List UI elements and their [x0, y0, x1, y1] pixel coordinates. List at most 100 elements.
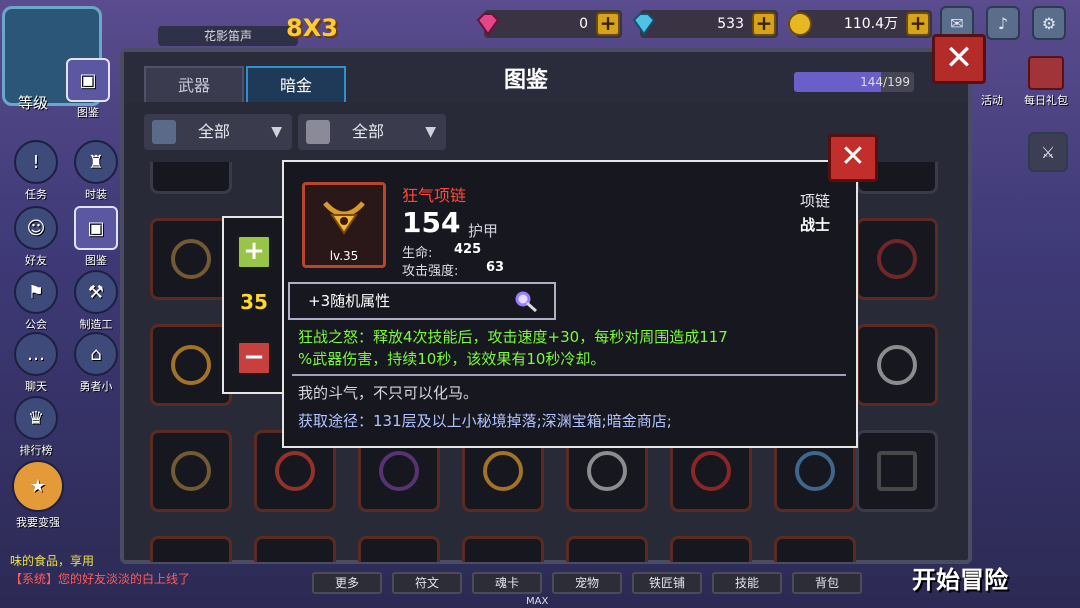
- item-slot[interactable]: [856, 218, 938, 300]
- item-slot[interactable]: [462, 536, 544, 562]
- sidebar-item-quest[interactable]: ! 任务: [8, 140, 64, 202]
- item-slot[interactable]: [566, 536, 648, 562]
- chevron-down-icon: ▼: [425, 124, 436, 140]
- effect-description: 狂战之怒：释放4次技能后，攻击速度+30，每秒对周围造成117 %武器伤害，持续…: [298, 326, 846, 370]
- top-hud: 等级 花影笛声 8X3 0 + 533 + 110.4万 + ✉ ♪ ⚙: [0, 0, 1080, 112]
- craft-icon: ⚒: [74, 270, 118, 314]
- sound-icon[interactable]: ♪: [986, 6, 1020, 40]
- filter-type-dropdown[interactable]: 全部 ▼: [144, 114, 292, 150]
- sidebar-label: 任务: [25, 188, 47, 201]
- item-slot[interactable]: [150, 324, 232, 406]
- filter-class-dropdown[interactable]: 全部 ▼: [298, 114, 446, 150]
- item-tooltip: lv.35 狂气项链 154 护甲 生命: 425 攻击强度: 63 项链 战士…: [282, 160, 858, 448]
- friend-icon: ☺: [14, 206, 58, 250]
- sidebar-label: 聊天: [25, 380, 47, 393]
- sidebar-item-powerup[interactable]: ★ 我要变强: [6, 460, 70, 530]
- item-icon: [171, 345, 211, 385]
- close-tooltip-button[interactable]: ✕: [828, 134, 878, 182]
- random-attribute-button[interactable]: +3随机属性: [288, 282, 556, 320]
- sidebar-item-ranking[interactable]: ♛ 排行榜: [8, 396, 64, 458]
- item-slot[interactable]: [774, 536, 856, 562]
- quantity-value: 35: [240, 290, 268, 314]
- trophy-icon: ♛: [14, 396, 58, 440]
- bottom-skill-button[interactable]: 技能: [712, 572, 782, 594]
- armor-label: 护甲: [468, 222, 499, 240]
- item-slot[interactable]: [856, 430, 938, 512]
- sidebar-label: 勇者小: [79, 380, 113, 393]
- sidebar-label: 制造工: [79, 318, 113, 331]
- add-gold-button[interactable]: +: [906, 12, 930, 36]
- sidebar-item-friend[interactable]: ☺ 好友: [8, 206, 64, 268]
- item-slot[interactable]: [150, 536, 232, 562]
- sidebar-item-costume[interactable]: ♜ 时装: [68, 140, 124, 202]
- item-icon: [275, 451, 315, 491]
- item-slot[interactable]: [150, 162, 232, 194]
- panel-title: 图鉴: [504, 68, 549, 93]
- right-label: 每日礼包: [1024, 94, 1068, 107]
- sword-icon[interactable]: ⚔: [1028, 132, 1068, 172]
- gift-icon: [1028, 56, 1064, 90]
- item-icon: [483, 451, 523, 491]
- random-attr-label: +3随机属性: [308, 292, 391, 310]
- tab-dark-gold[interactable]: 暗金: [246, 66, 346, 102]
- bottom-pet-button[interactable]: 宠物: [552, 572, 622, 594]
- item-slot[interactable]: [254, 536, 336, 562]
- item-icon: [587, 451, 627, 491]
- panel-header: 武器 暗金 图鉴 144/199: [124, 52, 968, 102]
- start-adventure-button[interactable]: 开始冒险: [912, 560, 1008, 595]
- grid-icon: [152, 120, 176, 144]
- item-slot[interactable]: [150, 218, 232, 300]
- sidebar-item-guild[interactable]: ⚑ 公会: [8, 270, 64, 332]
- settings-gear-icon[interactable]: ⚙: [1032, 6, 1066, 40]
- item-icon: [691, 451, 731, 491]
- close-codex-button[interactable]: ✕: [932, 34, 986, 84]
- progress-text: 144/199: [860, 75, 910, 89]
- bottom-bag-button[interactable]: 背包: [792, 572, 862, 594]
- bottom-soulcard-button[interactable]: 魂卡: [472, 572, 542, 594]
- stat-attack: 攻击强度: 63: [402, 260, 504, 279]
- bottom-blacksmith-button[interactable]: 铁匠铺: [632, 572, 702, 594]
- stat-value: 425: [454, 242, 482, 257]
- gold-value: 110.4万: [843, 16, 898, 32]
- filter-type-label: 全部: [198, 122, 231, 141]
- chevron-down-icon: ▼: [271, 124, 282, 140]
- item-slot[interactable]: [358, 536, 440, 562]
- effect-line: 狂战之怒：释放4次技能后，攻击速度+30，每秒对周围造成117: [298, 328, 728, 346]
- decrease-button[interactable]: −: [236, 340, 272, 376]
- bottom-rune-button[interactable]: 符文: [392, 572, 462, 594]
- right-item-daily-gift[interactable]: 每日礼包: [1016, 56, 1076, 108]
- item-class: 战士: [799, 216, 830, 234]
- item-icon: [379, 451, 419, 491]
- sidebar-item-hero[interactable]: ⌂ 勇者小: [68, 332, 124, 394]
- filter-class-label: 全部: [352, 122, 385, 141]
- add-gems-button[interactable]: +: [596, 12, 620, 36]
- gold-coin-icon: [788, 12, 812, 36]
- codex-icon: ▣: [66, 58, 110, 102]
- add-diamonds-button[interactable]: +: [752, 12, 776, 36]
- sidebar-label: 图鉴: [85, 254, 107, 267]
- powerup-icon: ★: [12, 460, 64, 512]
- bottom-more-button[interactable]: 更多: [312, 572, 382, 594]
- divider: [292, 374, 846, 376]
- item-slot-type: 项链: [799, 192, 830, 210]
- item-slot[interactable]: [856, 324, 938, 406]
- sidebar-item-codex-small[interactable]: ▣ 图鉴: [68, 206, 124, 268]
- max-label: MAX: [526, 596, 549, 607]
- level-label: 等级: [18, 94, 49, 112]
- item-name: 狂气项链: [402, 186, 467, 205]
- sidebar-item-craft[interactable]: ⚒ 制造工: [68, 270, 124, 332]
- chat-message: 【系统】您的好友淡淡的白上线了: [10, 572, 191, 586]
- pink-gem-icon: [476, 13, 500, 36]
- quantity-panel: + 35 −: [222, 216, 284, 394]
- diamonds-value: 533: [717, 16, 744, 32]
- armor-value: 154: [402, 206, 461, 239]
- sidebar-label: 好友: [25, 254, 47, 267]
- item-slot[interactable]: [670, 536, 752, 562]
- item-level: lv.35: [329, 249, 359, 263]
- item-slot[interactable]: [150, 430, 232, 512]
- sidebar-item-codex[interactable]: ▣ 图鉴: [60, 58, 116, 120]
- tab-weapons[interactable]: 武器: [144, 66, 244, 102]
- sidebar-item-chat[interactable]: … 聊天: [8, 332, 64, 394]
- vip-badge[interactable]: 8X3: [286, 14, 350, 48]
- increase-button[interactable]: +: [236, 234, 272, 270]
